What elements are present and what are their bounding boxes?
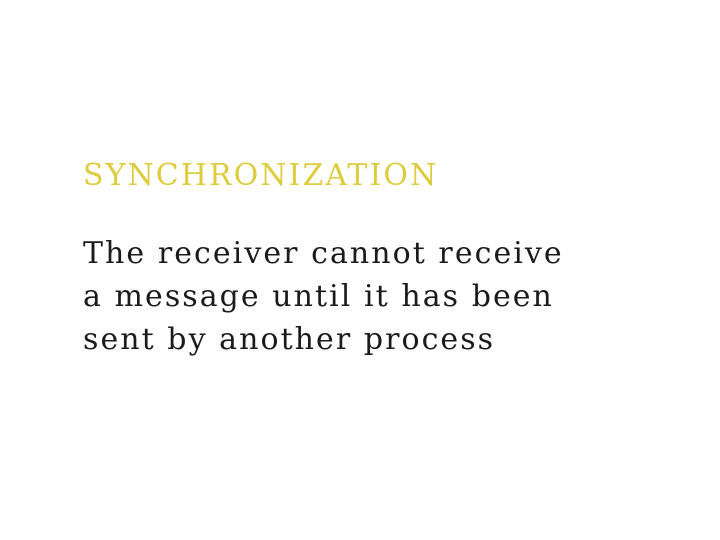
slide-title: SYNCHRONIZATION — [83, 158, 439, 193]
body-line: a message until it has been — [83, 279, 554, 314]
body-line: sent by another process — [83, 322, 496, 357]
slide-canvas: SYNCHRONIZATION The receiver cannot rece… — [0, 0, 720, 540]
slide-body-text-block: The receiver cannot receive a message un… — [83, 232, 683, 361]
body-line: The receiver cannot receive — [83, 236, 564, 271]
